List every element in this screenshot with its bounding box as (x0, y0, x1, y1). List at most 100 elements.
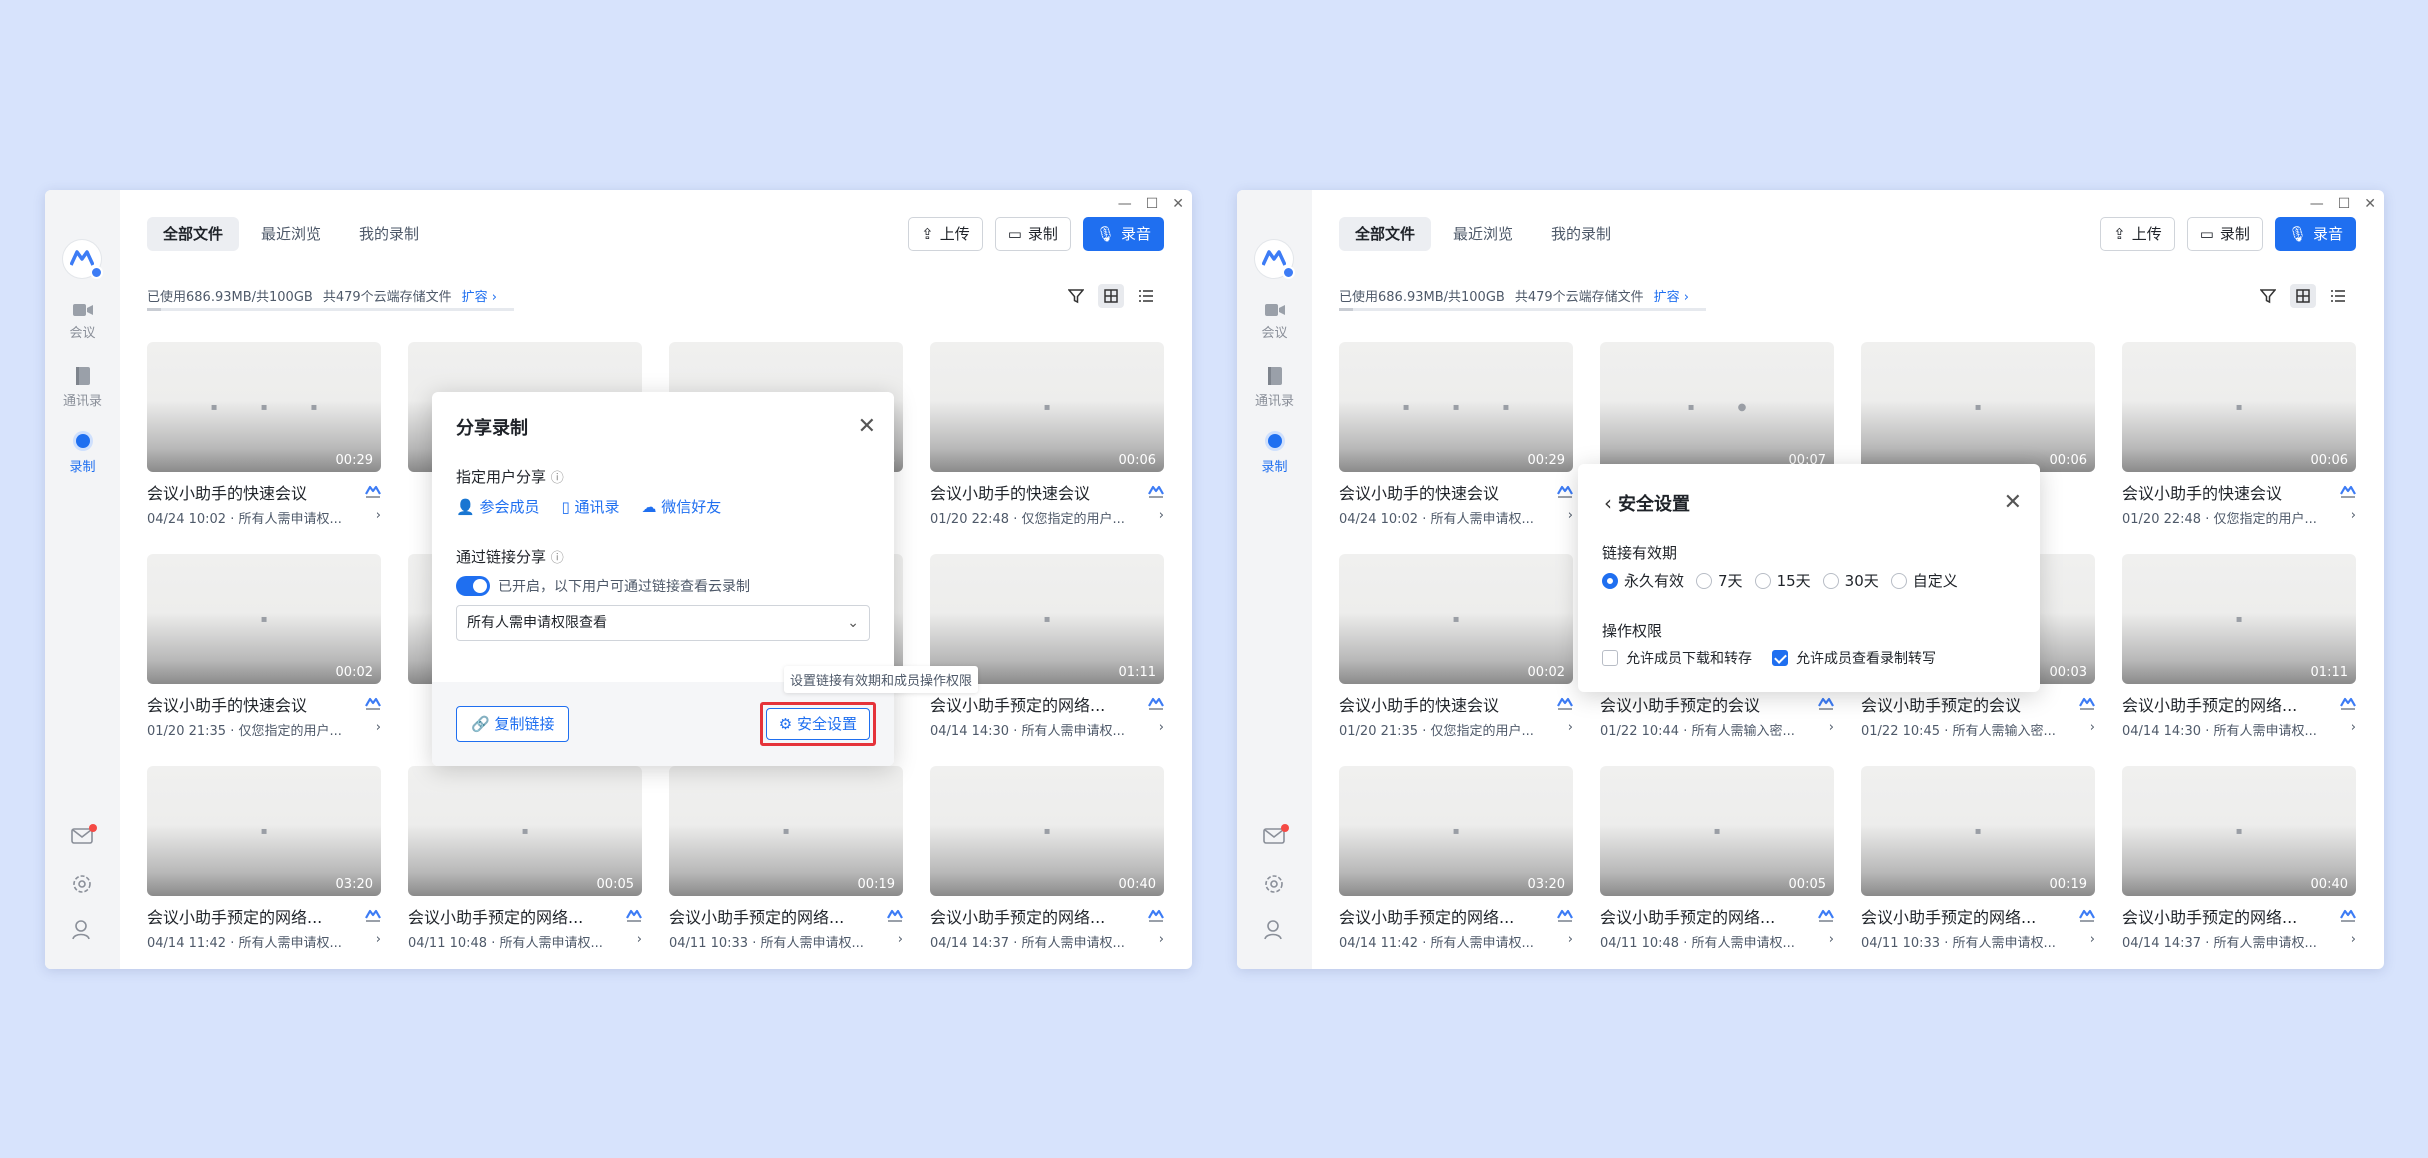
list-view-icon[interactable] (2330, 289, 2346, 303)
sidebar-item-contacts[interactable]: 通讯录 (45, 366, 120, 409)
audio-record-button[interactable]: 🎙 录音 (1082, 217, 1164, 251)
recording-thumbnail[interactable]: ▪ 00:40 (2122, 766, 2356, 896)
upload-button[interactable]: ⇪ 上传 (908, 217, 983, 251)
sidebar-item-recording[interactable]: 录制 (45, 430, 120, 475)
expand-link[interactable]: 扩容 › (1654, 286, 1689, 305)
wechat-link[interactable]: ☁ 微信好友 (642, 496, 722, 517)
card-meta-row[interactable]: 04/24 10:02 · 所有人需申请权... › (1339, 508, 1573, 527)
recording-card[interactable]: ▪ 03:20 会议小助手预定的网络... 04/14 11:42 · 所有人需申请权… (1339, 766, 1573, 969)
card-meta-row[interactable]: 04/11 10:33 · 所有人需申请权... › (669, 932, 903, 951)
recording-thumbnail[interactable]: ▪ 03:20 (1339, 766, 1573, 896)
recording-thumbnail[interactable]: ▪ 00:06 (1861, 342, 2095, 472)
grid-view-button[interactable] (2290, 284, 2316, 308)
card-meta-row[interactable]: 04/11 10:48 · 所有人需申请权... › (1600, 932, 1834, 951)
radio-7days[interactable]: 7天 (1696, 570, 1743, 591)
recording-thumbnail[interactable]: ▪ ▪ ▪ 00:29 (1339, 342, 1573, 472)
recording-thumbnail[interactable]: ▪ 00:02 (147, 554, 381, 684)
filter-icon[interactable] (1068, 288, 1084, 304)
recording-card[interactable]: ▪ 00:02 会议小助手的快速会议 01/20 21:35 · 仅您指定的用户...… (1339, 554, 1573, 766)
tab-my-recordings[interactable]: 我的录制 (1535, 217, 1627, 251)
recording-card[interactable]: ▪ 00:06 会议小助手的快速会议 01/20 22:48 · 仅您指定的用户...… (2122, 342, 2356, 554)
recording-thumbnail[interactable]: ▪ 01:11 (2122, 554, 2356, 684)
tab-recent[interactable]: 最近浏览 (1437, 217, 1529, 251)
recording-card[interactable]: ▪ 01:11 会议小助手预定的网络... 04/14 14:30 · 所有人需申请权… (930, 554, 1164, 766)
download-checkbox[interactable]: 允许成员下载和转存 (1602, 648, 1752, 668)
card-meta-row[interactable]: 01/20 21:35 · 仅您指定的用户... › (147, 720, 381, 739)
card-meta-row[interactable]: 04/14 11:42 · 所有人需申请权... › (147, 932, 381, 951)
sidebar-item-meeting[interactable]: 会议 (45, 302, 120, 341)
card-meta-row[interactable]: 01/20 22:48 · 仅您指定的用户... › (2122, 508, 2356, 527)
mail-button[interactable] (1263, 824, 1289, 849)
close-dialog-button[interactable]: ✕ (2004, 492, 2022, 514)
recording-card[interactable]: ▪ 03:20 会议小助手预定的网络... 04/14 11:42 · 所有人需申请权… (147, 766, 381, 969)
info-icon[interactable]: ⓘ (551, 471, 564, 486)
close-window-button[interactable]: ✕ (2364, 196, 2376, 212)
recording-thumbnail[interactable]: ▪ 00:19 (1861, 766, 2095, 896)
user-button[interactable] (71, 919, 93, 945)
recording-thumbnail[interactable]: ▪ ● 00:07 (1600, 342, 1834, 472)
recording-thumbnail[interactable]: ▪ ▪ ▪ 00:29 (147, 342, 381, 472)
sidebar-item-recording[interactable]: 录制 (1237, 430, 1312, 475)
recording-card[interactable]: ▪ 00:19 会议小助手预定的网络... 04/11 10:33 · 所有人需申请权… (1861, 766, 2095, 969)
recording-thumbnail[interactable]: ▪ 00:19 (669, 766, 903, 896)
link-share-toggle[interactable] (456, 576, 490, 596)
settings-button[interactable] (1263, 873, 1285, 899)
info-icon[interactable]: ⓘ (551, 551, 564, 566)
card-meta-row[interactable]: 04/14 11:42 · 所有人需申请权... › (1339, 932, 1573, 951)
recording-card[interactable]: ▪ 00:40 会议小助手预定的网络... 04/14 14:37 · 所有人需申请权… (2122, 766, 2356, 969)
recording-card[interactable]: ▪ 00:05 会议小助手预定的网络... 04/11 10:48 · 所有人需申请权… (408, 766, 642, 969)
filter-icon[interactable] (2260, 288, 2276, 304)
recording-thumbnail[interactable]: ▪ 00:05 (1600, 766, 1834, 896)
upload-button[interactable]: ⇪ 上传 (2100, 217, 2175, 251)
radio-30days[interactable]: 30天 (1822, 570, 1879, 591)
recording-card[interactable]: ▪ 00:19 会议小助手预定的网络... 04/11 10:33 · 所有人需申请权… (669, 766, 903, 969)
recording-card[interactable]: ▪ ▪ ▪ 00:29 会议小助手的快速会议 04/24 10:02 · 所有人需申请… (147, 342, 381, 554)
mail-button[interactable] (71, 824, 97, 849)
copy-link-button[interactable]: 🔗 复制链接 (456, 706, 570, 742)
participants-link[interactable]: 👤 参会成员 (456, 496, 539, 517)
recording-card[interactable]: ▪ 00:05 会议小助手预定的网络... 04/11 10:48 · 所有人需申请权… (1600, 766, 1834, 969)
card-meta-row[interactable]: 04/14 14:37 · 所有人需申请权... › (2122, 932, 2356, 951)
security-settings-button[interactable]: ⚙ 安全设置 (765, 708, 870, 740)
radio-custom[interactable]: 自定义 (1890, 570, 1958, 591)
recording-thumbnail[interactable]: ▪ 03:20 (147, 766, 381, 896)
recording-card[interactable]: ▪ 00:40 会议小助手预定的网络... 04/14 14:37 · 所有人需申请权… (930, 766, 1164, 969)
contacts-link[interactable]: ▯ 通讯录 (561, 496, 619, 517)
card-meta-row[interactable]: 04/14 14:37 · 所有人需申请权... › (930, 932, 1164, 951)
recording-thumbnail[interactable]: ▪ 00:02 (1339, 554, 1573, 684)
card-meta-row[interactable]: 04/24 10:02 · 所有人需申请权... › (147, 508, 381, 527)
tab-recent[interactable]: 最近浏览 (245, 217, 337, 251)
recording-card[interactable]: ▪ 01:11 会议小助手预定的网络... 04/14 14:30 · 所有人需申请权… (2122, 554, 2356, 766)
recording-thumbnail[interactable]: ▪ 00:40 (930, 766, 1164, 896)
back-chevron-icon[interactable]: ‹ (1604, 491, 1612, 515)
recording-thumbnail[interactable]: ▪ 00:05 (408, 766, 642, 896)
avatar[interactable] (63, 240, 103, 279)
tab-my-recordings[interactable]: 我的录制 (343, 217, 435, 251)
card-meta-row[interactable]: 01/20 22:48 · 仅您指定的用户... › (930, 508, 1164, 527)
radio-15days[interactable]: 15天 (1754, 570, 1811, 591)
recording-thumbnail[interactable]: ▪ 00:06 (2122, 342, 2356, 472)
card-meta-row[interactable]: 04/14 14:30 · 所有人需申请权... › (2122, 720, 2356, 739)
audio-record-button[interactable]: 🎙 录音 (2274, 217, 2356, 251)
card-meta-row[interactable]: 01/22 10:44 · 所有人需输入密... › (1600, 720, 1834, 739)
recording-card[interactable]: ▪ 00:02 会议小助手的快速会议 01/20 21:35 · 仅您指定的用户...… (147, 554, 381, 766)
maximize-button[interactable]: ☐ (1146, 196, 1159, 212)
card-meta-row[interactable]: 04/11 10:48 · 所有人需申请权... › (408, 932, 642, 951)
close-window-button[interactable]: ✕ (1172, 196, 1184, 212)
maximize-button[interactable]: ☐ (2338, 196, 2351, 212)
card-meta-row[interactable]: 01/22 10:45 · 所有人需输入密... › (1861, 720, 2095, 739)
grid-view-button[interactable] (1098, 284, 1124, 308)
tab-all-files[interactable]: 全部文件 (147, 217, 240, 251)
recording-card[interactable]: ▪ 00:06 会议小助手的快速会议 01/20 22:48 · 仅您指定的用户...… (930, 342, 1164, 554)
minimize-button[interactable]: — (2310, 196, 2324, 212)
recording-card[interactable]: ▪ ▪ ▪ 00:29 会议小助手的快速会议 04/24 10:02 · 所有人需申请… (1339, 342, 1573, 554)
close-dialog-button[interactable]: ✕ (858, 416, 876, 438)
permission-select[interactable]: 所有人需申请权限查看 ⌄ (456, 605, 870, 641)
settings-button[interactable] (71, 873, 93, 899)
list-view-icon[interactable] (1138, 289, 1154, 303)
sidebar-item-meeting[interactable]: 会议 (1237, 302, 1312, 341)
minimize-button[interactable]: — (1118, 196, 1132, 212)
recording-thumbnail[interactable]: ▪ 00:06 (930, 342, 1164, 472)
card-meta-row[interactable]: 01/20 21:35 · 仅您指定的用户... › (1339, 720, 1573, 739)
record-button[interactable]: ▭ 录制 (994, 217, 1071, 251)
